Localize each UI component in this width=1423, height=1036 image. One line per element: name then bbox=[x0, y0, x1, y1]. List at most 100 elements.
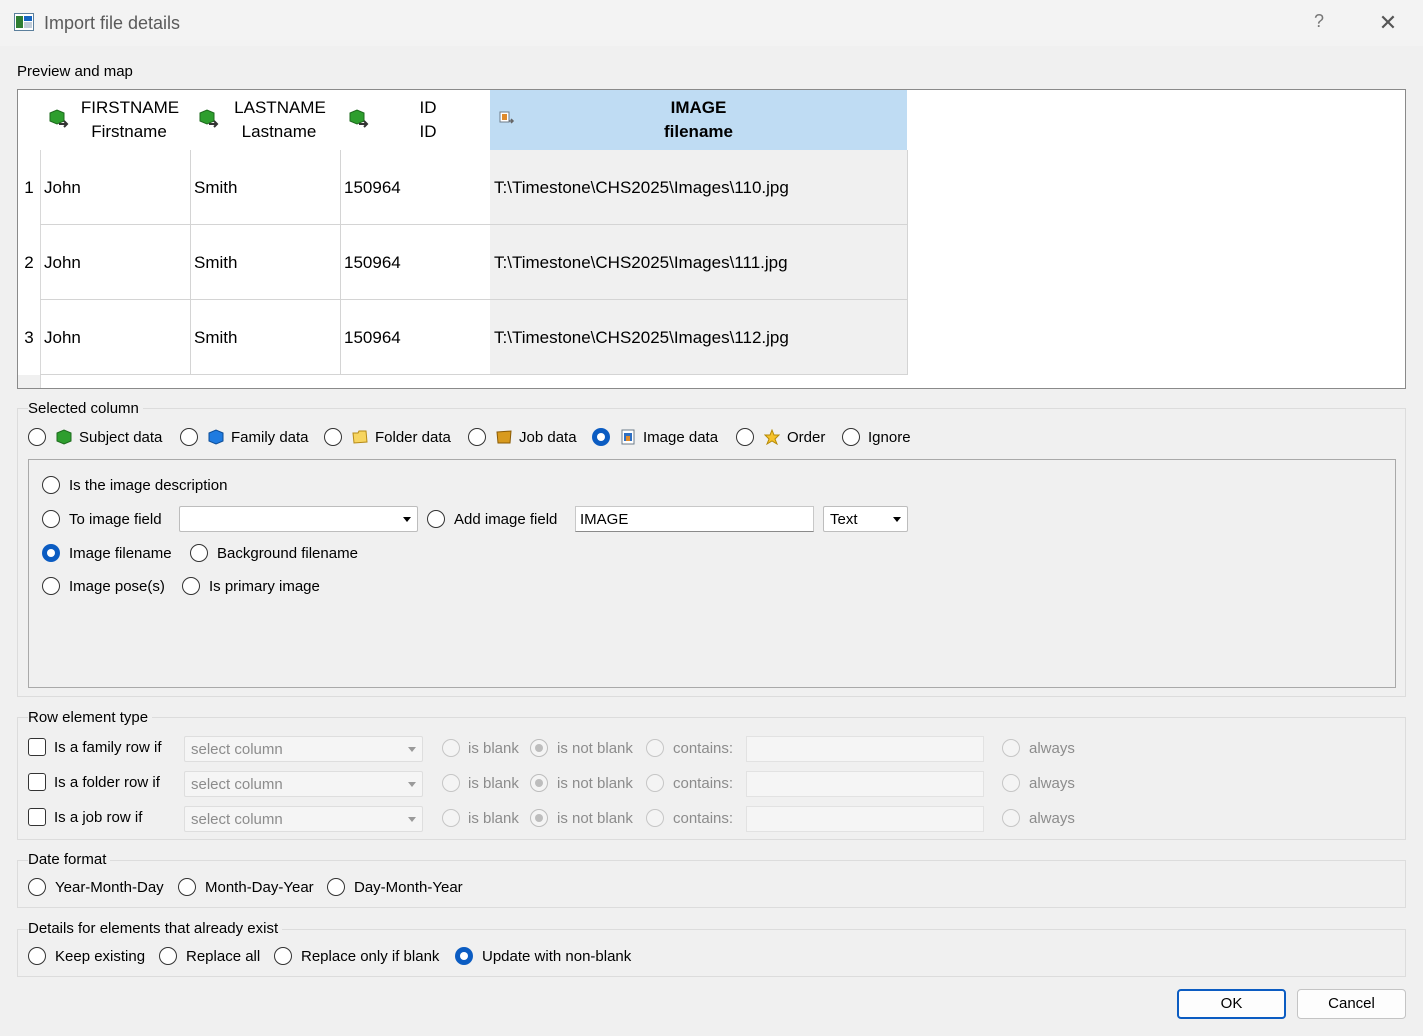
table-cell[interactable]: T:\Timestone\CHS2025\Images\112.jpg bbox=[490, 300, 908, 375]
radio-always[interactable] bbox=[1002, 774, 1020, 792]
cancel-button[interactable]: Cancel bbox=[1297, 989, 1406, 1019]
radio-label: Image filename bbox=[69, 545, 172, 562]
radio-image-data[interactable] bbox=[592, 428, 610, 446]
row-number: 1 bbox=[24, 178, 34, 197]
table-cell[interactable]: T:\Timestone\CHS2025\Images\110.jpg bbox=[490, 150, 908, 225]
radio-always[interactable] bbox=[1002, 809, 1020, 827]
close-button[interactable]: ✕ bbox=[1372, 9, 1404, 37]
radio-folder-data[interactable] bbox=[324, 428, 342, 446]
radio-replace-only-if-blank[interactable] bbox=[274, 947, 292, 965]
table-cell[interactable]: Smith bbox=[190, 225, 341, 300]
radio-is-blank[interactable] bbox=[442, 809, 460, 827]
dropdown-value: select column bbox=[191, 811, 283, 828]
input-value: IMAGE bbox=[580, 511, 629, 528]
radio-family-data[interactable] bbox=[180, 428, 198, 446]
table-cell[interactable]: John bbox=[40, 225, 191, 300]
radio-job-data[interactable] bbox=[468, 428, 486, 446]
radio-is-blank[interactable] bbox=[442, 774, 460, 792]
folder-row-checkbox[interactable] bbox=[28, 773, 46, 791]
contains-input[interactable] bbox=[746, 771, 984, 797]
radio-label: Year-Month-Day bbox=[55, 879, 164, 896]
table-cell[interactable]: T:\Timestone\CHS2025\Images\111.jpg bbox=[490, 225, 908, 300]
radio-is-image-description[interactable] bbox=[42, 476, 60, 494]
subject-data-icon bbox=[349, 109, 369, 128]
column-header-firstname[interactable]: FIRSTNAME Firstname bbox=[40, 90, 190, 150]
table-cell[interactable]: 150964 bbox=[340, 300, 491, 375]
help-button[interactable]: ? bbox=[1307, 11, 1331, 35]
radio-contains[interactable] bbox=[646, 809, 664, 827]
radio-label: contains: bbox=[673, 810, 734, 827]
column-mapping: filename bbox=[664, 122, 733, 141]
table-cell[interactable]: Smith bbox=[190, 150, 341, 225]
dropdown-value: select column bbox=[191, 741, 283, 758]
folder-row-column-dropdown[interactable]: select column bbox=[184, 771, 423, 797]
row-number: 2 bbox=[24, 253, 34, 272]
family-row-column-dropdown[interactable]: select column bbox=[184, 736, 423, 762]
radio-replace-all[interactable] bbox=[159, 947, 177, 965]
radio-update-with-non-blank[interactable] bbox=[455, 947, 473, 965]
radio-image-poses[interactable] bbox=[42, 577, 60, 595]
checkbox-label: Is a family row if bbox=[54, 739, 162, 756]
radio-label: Month-Day-Year bbox=[205, 879, 314, 896]
table-cell[interactable]: John bbox=[40, 300, 191, 375]
radio-is-primary-image[interactable] bbox=[182, 577, 200, 595]
radio-label: Is primary image bbox=[209, 578, 320, 595]
radio-keep-existing[interactable] bbox=[28, 947, 46, 965]
radio-is-not-blank[interactable] bbox=[530, 809, 548, 827]
radio-label: contains: bbox=[673, 775, 734, 792]
folder-data-icon bbox=[352, 430, 368, 444]
table-cell[interactable]: Smith bbox=[190, 300, 341, 375]
family-row-checkbox[interactable] bbox=[28, 738, 46, 756]
contains-input[interactable] bbox=[746, 736, 984, 762]
radio-label: Background filename bbox=[217, 545, 358, 562]
job-row-column-dropdown[interactable]: select column bbox=[184, 806, 423, 832]
title-bar bbox=[0, 0, 1423, 46]
order-icon bbox=[764, 429, 780, 445]
radio-subject-data[interactable] bbox=[28, 428, 46, 446]
radio-add-image-field[interactable] bbox=[427, 510, 445, 528]
grid-corner bbox=[18, 375, 40, 388]
radio-month-day-year[interactable] bbox=[178, 878, 196, 896]
selected-column-label: Selected column bbox=[28, 400, 143, 417]
radio-is-not-blank[interactable] bbox=[530, 774, 548, 792]
table-cell[interactable]: 150964 bbox=[340, 150, 491, 225]
ok-button[interactable]: OK bbox=[1177, 989, 1286, 1019]
table-cell[interactable]: John bbox=[40, 150, 191, 225]
job-data-icon bbox=[496, 430, 512, 444]
radio-contains[interactable] bbox=[646, 774, 664, 792]
image-options-panel bbox=[28, 459, 1396, 688]
radio-order[interactable] bbox=[736, 428, 754, 446]
preview-grid[interactable]: FIRSTNAME Firstname LASTNAME Lastname ID… bbox=[17, 89, 1406, 389]
job-row-checkbox[interactable] bbox=[28, 808, 46, 826]
image-data-icon bbox=[499, 111, 515, 124]
radio-label: Subject data bbox=[79, 429, 163, 446]
radio-is-blank[interactable] bbox=[442, 739, 460, 757]
radio-ignore[interactable] bbox=[842, 428, 860, 446]
dropdown-value: Text bbox=[830, 511, 858, 528]
chevron-down-icon bbox=[408, 782, 416, 787]
preview-label: Preview and map bbox=[17, 63, 133, 80]
radio-image-filename[interactable] bbox=[42, 544, 60, 562]
checkbox-label: Is a job row if bbox=[54, 809, 143, 826]
radio-always[interactable] bbox=[1002, 739, 1020, 757]
radio-year-month-day[interactable] bbox=[28, 878, 46, 896]
radio-to-image-field[interactable] bbox=[42, 510, 60, 528]
radio-label: Replace only if blank bbox=[301, 948, 440, 965]
contains-input[interactable] bbox=[746, 806, 984, 832]
column-header-lastname[interactable]: LASTNAME Lastname bbox=[190, 90, 340, 150]
add-image-field-input[interactable]: IMAGE bbox=[575, 506, 814, 532]
image-field-dropdown[interactable] bbox=[179, 506, 418, 532]
chevron-down-icon bbox=[893, 517, 901, 522]
subject-data-icon bbox=[56, 429, 72, 445]
column-header-id[interactable]: ID ID bbox=[340, 90, 490, 150]
app-icon bbox=[14, 13, 34, 31]
radio-label: Job data bbox=[519, 429, 577, 446]
table-cell[interactable]: 150964 bbox=[340, 225, 491, 300]
column-header-image[interactable]: IMAGE filename bbox=[490, 90, 907, 150]
radio-label: Image data bbox=[643, 429, 719, 446]
field-type-dropdown[interactable]: Text bbox=[823, 506, 908, 532]
radio-is-not-blank[interactable] bbox=[530, 739, 548, 757]
radio-contains[interactable] bbox=[646, 739, 664, 757]
radio-day-month-year[interactable] bbox=[327, 878, 345, 896]
radio-background-filename[interactable] bbox=[190, 544, 208, 562]
